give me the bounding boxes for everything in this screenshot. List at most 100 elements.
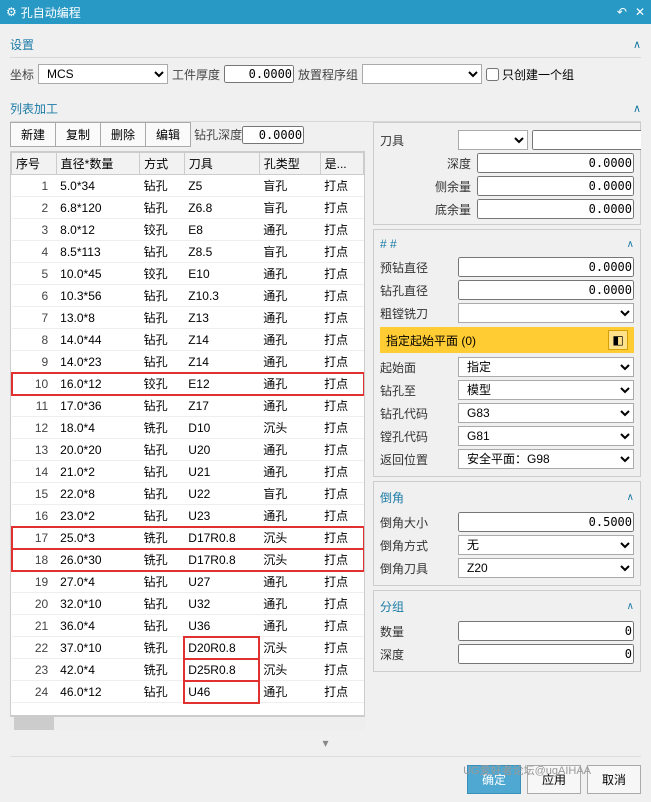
drill-to-select[interactable]: 模型 — [458, 380, 634, 400]
create-one-group-checkbox[interactable]: 只创建一个组 — [486, 66, 574, 83]
start-face-label: 起始面 — [380, 359, 458, 376]
bore-code-label: 镗孔代码 — [380, 428, 458, 445]
bore-code-select[interactable]: G81 — [458, 426, 634, 446]
list-header[interactable]: 列表加工 ∧ — [10, 96, 641, 122]
start-face-select[interactable]: 指定 — [458, 357, 634, 377]
drill-depth-input[interactable] — [242, 126, 304, 144]
drill-dia-label: 钻孔直径 — [380, 282, 458, 299]
window-title: 孔自动编程 — [21, 4, 81, 21]
predrill-label: 预钻直径 — [380, 259, 458, 276]
cube-icon[interactable]: ◧ — [608, 330, 628, 350]
table-row[interactable]: 38.0*12铰孔E8通孔打点 — [12, 219, 364, 241]
chamfer-method-label: 倒角方式 — [380, 537, 458, 554]
hole-table[interactable]: 序号 直径*数量 方式 刀具 孔类型 是... 15.0*34钻孔Z5盲孔打点2… — [10, 151, 365, 716]
table-row[interactable]: 1522.0*8钻孔U22盲孔打点 — [12, 483, 364, 505]
chevron-up-icon: ∧ — [627, 492, 634, 503]
coord-label: 坐标 — [10, 66, 34, 83]
col-holetype[interactable]: 孔类型 — [259, 153, 320, 175]
chamfer-method-select[interactable]: 无 — [458, 535, 634, 555]
col-tool[interactable]: 刀具 — [184, 153, 259, 175]
drill-code-select[interactable]: G83 — [458, 403, 634, 423]
table-row[interactable]: 26.8*120钻孔Z6.8盲孔打点 — [12, 197, 364, 219]
table-row[interactable]: 1016.0*12铰孔E12通孔打点 — [12, 373, 364, 395]
close-icon[interactable]: ✕ — [635, 5, 645, 19]
chevron-up-icon: ∧ — [633, 38, 641, 51]
settings-header[interactable]: 设置 ∧ — [10, 32, 641, 58]
undo-icon[interactable]: ↶ — [617, 5, 627, 19]
predrill-input[interactable] — [458, 257, 634, 277]
col-method[interactable]: 方式 — [140, 153, 185, 175]
table-row[interactable]: 1218.0*4铣孔D10沉头打点 — [12, 417, 364, 439]
bottom-margin-label: 底余量 — [380, 201, 477, 218]
table-row[interactable]: 510.0*45铰孔E10通孔打点 — [12, 263, 364, 285]
table-row[interactable]: 2237.0*10铣孔D20R0.8沉头打点 — [12, 637, 364, 659]
thickness-input[interactable] — [224, 65, 294, 83]
col-extra[interactable]: 是... — [320, 153, 363, 175]
gdepth-label: 深度 — [380, 646, 458, 663]
table-row[interactable]: 1826.0*30铣孔D17R0.8沉头打点 — [12, 549, 364, 571]
table-row[interactable]: 2136.0*4钻孔U36通孔打点 — [12, 615, 364, 637]
table-row[interactable]: 1927.0*4钻孔U27通孔打点 — [12, 571, 364, 593]
depth-label: 深度 — [380, 155, 477, 172]
table-row[interactable]: 2032.0*10钻孔U32通孔打点 — [12, 593, 364, 615]
program-group-label: 放置程序组 — [298, 66, 358, 83]
coord-select[interactable]: MCS — [38, 64, 168, 84]
tool-label: 刀具 — [380, 132, 458, 149]
table-row[interactable]: 48.5*113钻孔Z8.5盲孔打点 — [12, 241, 364, 263]
drill-dia-input[interactable] — [458, 280, 634, 300]
tool-select[interactable] — [458, 130, 528, 150]
chamfer-size-input[interactable] — [458, 512, 634, 532]
thickness-label: 工件厚度 — [172, 66, 220, 83]
table-row[interactable]: 610.3*56钻孔Z10.3通孔打点 — [12, 285, 364, 307]
copy-button[interactable]: 复制 — [55, 122, 101, 147]
rough-boring-select[interactable] — [458, 303, 634, 323]
count-input[interactable] — [458, 621, 634, 641]
hh-header[interactable]: # #∧ — [380, 234, 634, 254]
program-group-select[interactable] — [362, 64, 482, 84]
chamfer-size-label: 倒角大小 — [380, 514, 458, 531]
side-margin-label: 侧余量 — [380, 178, 477, 195]
table-row[interactable]: 2446.0*12钻孔U46通孔打点 — [12, 681, 364, 703]
table-row[interactable]: 1421.0*2钻孔U21通孔打点 — [12, 461, 364, 483]
table-row[interactable]: 914.0*23钻孔Z14通孔打点 — [12, 351, 364, 373]
ok-button[interactable]: 确定 — [467, 765, 521, 794]
apply-button[interactable]: 应用 — [527, 765, 581, 794]
chevron-up-icon: ∧ — [627, 239, 634, 250]
chamfer-header[interactable]: 倒角∧ — [380, 486, 634, 509]
chamfer-tool-select[interactable]: Z20 — [458, 558, 634, 578]
cancel-button[interactable]: 取消 — [587, 765, 641, 794]
col-seq[interactable]: 序号 — [12, 153, 57, 175]
table-row[interactable]: 713.0*8钻孔Z13通孔打点 — [12, 307, 364, 329]
return-pos-select[interactable]: 安全平面：G98 — [458, 449, 634, 469]
table-row[interactable]: 1725.0*3铣孔D17R0.8沉头打点 — [12, 527, 364, 549]
start-plane-bar[interactable]: 指定起始平面 (0) ◧ — [380, 327, 634, 353]
drill-depth-label: 钻孔深度 — [194, 126, 242, 143]
expand-toggle[interactable]: ▾ — [10, 736, 641, 750]
chevron-up-icon: ∧ — [633, 102, 641, 115]
h-scrollbar[interactable] — [10, 716, 365, 730]
titlebar: ⚙ 孔自动编程 ↶ ✕ — [0, 0, 651, 24]
table-row[interactable]: 2342.0*4铣孔D25R0.8沉头打点 — [12, 659, 364, 681]
drill-to-label: 钻孔至 — [380, 382, 458, 399]
table-row[interactable]: 15.0*34钻孔Z5盲孔打点 — [12, 175, 364, 197]
count-label: 数量 — [380, 623, 458, 640]
col-size[interactable]: 直径*数量 — [56, 153, 139, 175]
table-row[interactable]: 1117.0*36钻孔Z17通孔打点 — [12, 395, 364, 417]
table-row[interactable]: 814.0*44钻孔Z14通孔打点 — [12, 329, 364, 351]
gdepth-input[interactable] — [458, 644, 634, 664]
edit-button[interactable]: 编辑 — [145, 122, 191, 147]
gear-icon: ⚙ — [6, 5, 17, 19]
group-header[interactable]: 分组∧ — [380, 595, 634, 618]
tool-value[interactable] — [532, 130, 641, 150]
bottom-margin-input[interactable] — [477, 199, 634, 219]
drill-code-label: 钻孔代码 — [380, 405, 458, 422]
rough-boring-label: 粗镗铣刀 — [380, 305, 458, 322]
chamfer-tool-label: 倒角刀具 — [380, 560, 458, 577]
table-row[interactable]: 1320.0*20钻孔U20通孔打点 — [12, 439, 364, 461]
depth-input[interactable] — [477, 153, 634, 173]
side-margin-input[interactable] — [477, 176, 634, 196]
table-row[interactable]: 1623.0*2钻孔U23通孔打点 — [12, 505, 364, 527]
new-button[interactable]: 新建 — [10, 122, 56, 147]
chevron-up-icon: ∧ — [627, 601, 634, 612]
delete-button[interactable]: 删除 — [100, 122, 146, 147]
